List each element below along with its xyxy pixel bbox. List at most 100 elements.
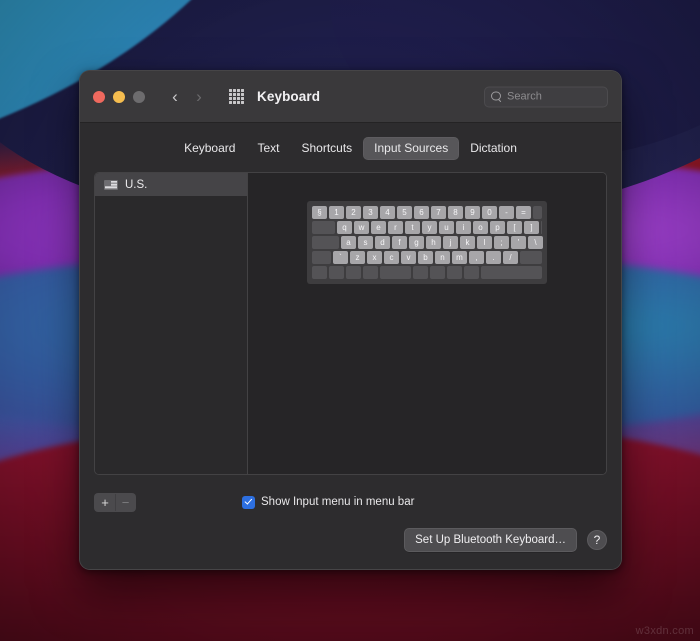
grid-dot	[241, 93, 244, 96]
tab-shortcuts[interactable]: Shortcuts	[290, 137, 363, 160]
keyboard-modifier-key	[312, 221, 335, 234]
grid-dot	[229, 97, 232, 100]
grid-dot	[233, 97, 236, 100]
keyboard-key: p	[490, 221, 505, 234]
keyboard-key: c	[384, 251, 399, 264]
window-titlebar: ‹ › Keyboard Search	[80, 71, 621, 123]
keyboard-key: h	[426, 236, 441, 249]
help-button[interactable]: ?	[587, 530, 607, 550]
keyboard-row	[312, 266, 542, 279]
keyboard-modifier-key	[533, 206, 542, 219]
keyboard-modifier-key	[312, 266, 327, 279]
keyboard-key: [	[507, 221, 522, 234]
keyboard-key: i	[456, 221, 471, 234]
window-body: Keyboard Text Shortcuts Input Sources Dictat…	[80, 123, 621, 519]
tab-dictation[interactable]: Dictation	[459, 137, 528, 160]
add-input-source-button[interactable]: +	[95, 493, 115, 511]
input-source-list[interactable]: U.S.	[95, 173, 248, 474]
show-all-grid-icon[interactable]	[229, 89, 244, 104]
keyboard-key: '	[511, 236, 526, 249]
input-source-item[interactable]: U.S.	[95, 173, 247, 196]
keyboard-key: n	[435, 251, 450, 264]
keyboard-modifier-key	[520, 251, 542, 264]
set-up-bluetooth-keyboard-button[interactable]: Set Up Bluetooth Keyboard…	[404, 528, 577, 552]
keyboard-key: ,	[469, 251, 484, 264]
grid-dot	[229, 101, 232, 104]
keyboard-key: t	[405, 221, 420, 234]
keyboard-modifier-key	[312, 251, 331, 264]
tab-group: Keyboard Text Shortcuts Input Sources Dictat…	[173, 137, 528, 160]
desktop-background: w3xdn.com ‹ › Keyboard Search Keyboard T…	[0, 0, 700, 641]
keyboard-key: 4	[380, 206, 395, 219]
keyboard-key: 8	[448, 206, 463, 219]
show-input-menu-checkbox[interactable]	[242, 495, 255, 509]
us-flag-icon	[104, 179, 118, 190]
keyboard-key: e	[371, 221, 386, 234]
keyboard-key: z	[350, 251, 365, 264]
keyboard-key: `	[333, 251, 348, 264]
keyboard-modifier-key	[447, 266, 462, 279]
window-title: Keyboard	[257, 89, 321, 104]
keyboard-modifier-key	[413, 266, 428, 279]
keyboard-key: u	[439, 221, 454, 234]
keyboard-key: .	[486, 251, 501, 264]
back-chevron-icon[interactable]: ‹	[167, 88, 183, 105]
tab-bar: Keyboard Text Shortcuts Input Sources Dictat…	[94, 137, 607, 160]
keyboard-key: x	[367, 251, 382, 264]
tab-input-sources[interactable]: Input Sources	[363, 137, 460, 160]
grid-dot	[241, 89, 244, 92]
keyboard-key: g	[409, 236, 424, 249]
keyboard-key: y	[422, 221, 437, 234]
keyboard-key: f	[392, 236, 407, 249]
keyboard-row: q w e r t y u i o p[]	[312, 221, 542, 234]
grid-dot	[241, 101, 244, 104]
list-controls-row: + − Show Input menu in menu bar	[94, 475, 607, 519]
add-remove-button-group: + −	[94, 492, 136, 512]
grid-dot	[237, 97, 240, 100]
keyboard-row: ` z x c v b n m,. /	[312, 251, 542, 264]
grid-dot	[233, 101, 236, 104]
tab-text[interactable]: Text	[246, 137, 290, 160]
keyboard-key: 5	[397, 206, 412, 219]
watermark: w3xdn.com	[635, 625, 694, 637]
keyboard-modifier-key	[312, 236, 339, 249]
keyboard-key: d	[375, 236, 390, 249]
keyboard-modifier-key	[363, 266, 378, 279]
input-source-label: U.S.	[125, 178, 148, 191]
show-input-menu-label: Show Input menu in menu bar	[261, 496, 415, 508]
keyboard-key: o	[473, 221, 488, 234]
keyboard-row: § 1 2 3 4 5 6 7 8 9 0- =	[312, 206, 542, 219]
grid-dot	[237, 89, 240, 92]
keyboard-key: s	[358, 236, 373, 249]
grid-dot	[229, 89, 232, 92]
search-placeholder: Search	[507, 90, 542, 103]
keyboard-key: j	[443, 236, 458, 249]
close-button[interactable]	[93, 90, 105, 103]
minimize-button[interactable]	[113, 90, 125, 103]
navigation-buttons: ‹ ›	[167, 88, 207, 105]
grid-dot	[237, 101, 240, 104]
keyboard-key: 9	[465, 206, 480, 219]
window-footer: Set Up Bluetooth Keyboard… ?	[80, 519, 621, 569]
keyboard-key: /	[503, 251, 518, 264]
keyboard-key: §	[312, 206, 327, 219]
keyboard-key: 2	[346, 206, 361, 219]
keyboard-key: v	[401, 251, 416, 264]
keyboard-key: m	[452, 251, 467, 264]
show-input-menu-checkbox-row[interactable]: Show Input menu in menu bar	[242, 495, 415, 509]
search-field[interactable]: Search	[484, 86, 608, 107]
keyboard-layout-preview: § 1 2 3 4 5 6 7 8 9 0- = q w e r t y u i o p[] a s d f g h j k l; ' \ ` z x…	[307, 201, 547, 284]
keyboard-modifier-key	[380, 266, 411, 279]
keyboard-key: b	[418, 251, 433, 264]
keyboard-modifier-key	[464, 266, 479, 279]
keyboard-key: 3	[363, 206, 378, 219]
keyboard-modifier-key	[346, 266, 361, 279]
tab-keyboard[interactable]: Keyboard	[173, 137, 246, 160]
input-sources-panel: U.S. § 1 2 3 4 5 6 7 8 9 0- = q w e r t y u i o p[] a s d f g h j k l;…	[94, 172, 607, 475]
keyboard-key: ]	[524, 221, 539, 234]
keyboard-key: 6	[414, 206, 429, 219]
keyboard-key: 1	[329, 206, 344, 219]
grid-dot	[229, 93, 232, 96]
keyboard-key: w	[354, 221, 369, 234]
keyboard-key: l	[477, 236, 492, 249]
